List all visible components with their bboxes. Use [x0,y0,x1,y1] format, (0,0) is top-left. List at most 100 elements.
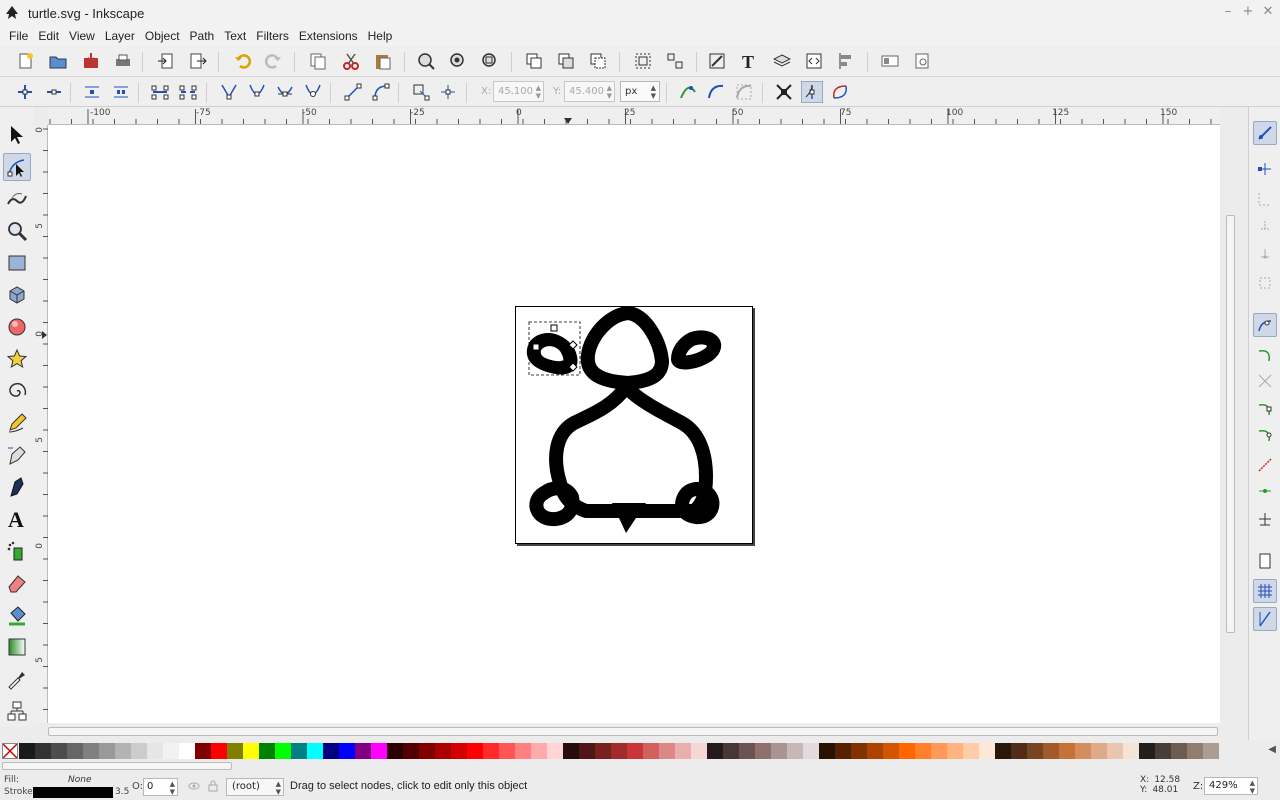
menu-path[interactable]: Path [185,29,220,43]
text-font-icon[interactable]: T [738,50,760,72]
symmetric-node-icon[interactable] [274,81,296,103]
color-swatch[interactable] [1075,743,1091,759]
snap-cusp-nodes-icon[interactable] [1253,397,1277,421]
snap-rotation-center-icon[interactable] [1253,507,1277,531]
unlink-clone-icon[interactable] [587,50,609,72]
color-swatch[interactable] [147,743,163,759]
break-path-icon[interactable] [110,81,132,103]
cusp-node-icon[interactable] [218,81,240,103]
color-swatch[interactable] [755,743,771,759]
color-swatch[interactable] [115,743,131,759]
color-swatch[interactable] [483,743,499,759]
color-swatch[interactable] [963,743,979,759]
xml-editor-icon[interactable] [803,50,825,72]
3d-box-tool-icon[interactable] [3,281,31,309]
color-swatch[interactable] [99,743,115,759]
drawing-canvas[interactable] [48,125,1220,723]
color-swatch[interactable] [131,743,147,759]
connector-tool-icon[interactable] [3,697,31,725]
color-swatch[interactable] [195,743,211,759]
color-swatch[interactable] [979,743,995,759]
layer-visibility-icon[interactable] [188,780,200,792]
delete-node-icon[interactable] [43,81,65,103]
snap-bbox-centers-icon[interactable] [1253,271,1277,295]
document-properties-icon[interactable] [879,50,901,72]
palette-menu-icon[interactable]: ◀ [1268,744,1276,755]
color-swatch[interactable] [1027,743,1043,759]
color-swatch[interactable] [451,743,467,759]
color-swatch[interactable] [1107,743,1123,759]
color-swatch[interactable] [643,743,659,759]
spray-tool-icon[interactable] [3,537,31,565]
menu-layer[interactable]: Layer [100,29,140,43]
color-swatch[interactable] [1187,743,1203,759]
menu-view[interactable]: View [64,29,100,43]
fill-indicator[interactable]: None [68,775,91,785]
pen-tool-icon[interactable] [3,441,31,469]
color-swatch[interactable] [835,743,851,759]
zoom-selection-icon[interactable] [415,50,437,72]
snap-bbox-icon[interactable] [1253,157,1277,181]
palette-scrollbar[interactable] [0,760,1280,772]
color-swatch[interactable] [67,743,83,759]
menu-object[interactable]: Object [140,29,185,43]
snap-paths-icon[interactable] [1253,343,1277,367]
color-swatch[interactable] [931,743,947,759]
layer-lock-icon[interactable] [207,780,219,792]
show-transform-handles-icon[interactable] [773,81,795,103]
color-swatch[interactable] [851,743,867,759]
color-swatch[interactable] [1091,743,1107,759]
cut-icon[interactable] [340,50,362,72]
calligraphy-tool-icon[interactable] [3,473,31,501]
minimize-button[interactable]: – [1220,4,1236,20]
color-swatch[interactable] [355,743,371,759]
color-swatch[interactable] [771,743,787,759]
fill-stroke-icon[interactable] [706,50,728,72]
color-swatch[interactable] [1155,743,1171,759]
color-swatch[interactable] [819,743,835,759]
color-swatch[interactable] [1171,743,1187,759]
color-swatch[interactable] [531,743,547,759]
tweak-tool-icon[interactable] [3,185,31,213]
open-icon[interactable] [47,50,69,72]
maximize-button[interactable]: + [1240,4,1256,20]
color-swatch[interactable] [435,743,451,759]
insert-node-icon[interactable] [14,81,36,103]
clone-icon[interactable] [555,50,577,72]
color-swatch[interactable] [291,743,307,759]
color-swatch[interactable] [83,743,99,759]
color-swatch[interactable] [787,743,803,759]
color-swatch[interactable] [691,743,707,759]
close-button[interactable]: ✕ [1260,4,1276,20]
smooth-node-icon[interactable] [246,81,268,103]
node-tool-icon[interactable] [3,153,31,181]
color-swatch[interactable] [275,743,291,759]
color-swatch[interactable] [259,743,275,759]
mask-edit-icon[interactable] [733,81,755,103]
undo-icon[interactable] [232,50,254,72]
gradient-tool-icon[interactable] [3,633,31,661]
redo-icon[interactable] [262,50,284,72]
color-swatch[interactable] [51,743,67,759]
snap-smooth-nodes-icon[interactable] [1253,423,1277,447]
align-distribute-icon[interactable] [835,50,857,72]
join-segment-icon[interactable] [149,81,171,103]
color-swatch[interactable] [323,743,339,759]
show-handles-icon[interactable] [801,81,823,103]
segment-to-line-icon[interactable] [342,81,364,103]
snap-bbox-midpoints-icon[interactable] [1253,243,1277,267]
ellipse-tool-icon[interactable] [3,313,31,341]
color-swatch[interactable] [947,743,963,759]
menu-extensions[interactable]: Extensions [294,29,363,43]
color-swatch[interactable] [19,743,35,759]
zoom-page-icon[interactable] [479,50,501,72]
snap-page-border-icon[interactable] [1253,549,1277,573]
palette-scroll-thumb[interactable] [2,762,232,770]
color-swatch[interactable] [1123,743,1139,759]
horizontal-scroll-thumb[interactable] [48,727,1218,736]
unit-select[interactable]: px ▲ ▼ [620,81,660,102]
clippath-edit-icon[interactable] [705,81,727,103]
next-path-effect-icon[interactable] [677,81,699,103]
export-icon[interactable] [187,50,209,72]
menu-help[interactable]: Help [363,29,398,43]
